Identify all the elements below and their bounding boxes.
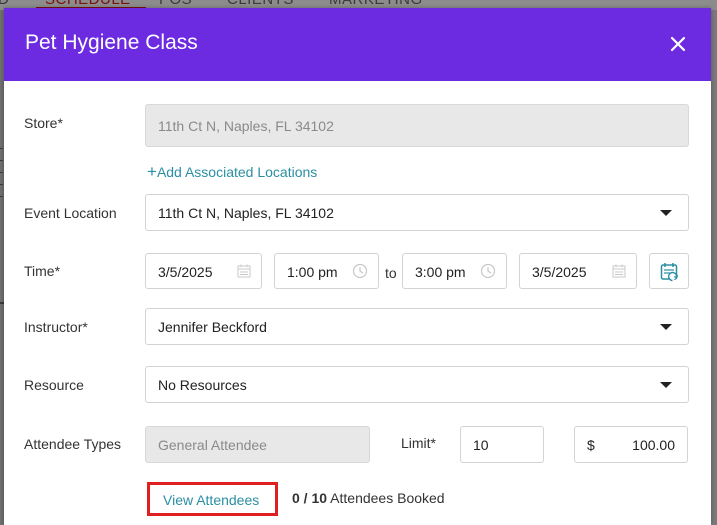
event-location-select[interactable]: 11th Ct N, Naples, FL 34102 bbox=[145, 194, 689, 231]
event-modal: Pet Hygiene Class Store* 11th Ct N, Napl… bbox=[4, 8, 711, 525]
nav-item-clients: CLIENTS bbox=[227, 0, 294, 8]
instructor-value: Jennifer Beckford bbox=[158, 319, 267, 335]
booked-count: 0 bbox=[292, 490, 300, 506]
limit-label: Limit* bbox=[401, 435, 437, 451]
clock-icon bbox=[352, 263, 368, 279]
limit-input[interactable]: 10 bbox=[460, 426, 544, 463]
add-locations-label: Add Associated Locations bbox=[156, 164, 318, 180]
background-right-strip bbox=[711, 10, 717, 525]
recurrence-calendar-button[interactable] bbox=[649, 253, 689, 289]
end-time-input[interactable]: 3:00 pm bbox=[402, 253, 507, 289]
attendee-type-value: General Attendee bbox=[158, 437, 267, 453]
nav-item-marketing: MARKETING bbox=[329, 0, 423, 8]
view-attendees-label: View Attendees bbox=[163, 492, 260, 508]
view-attendees-button[interactable]: View Attendees bbox=[147, 482, 278, 516]
capacity-count: 10 bbox=[311, 490, 328, 506]
instructor-select[interactable]: Jennifer Beckford bbox=[145, 308, 689, 345]
time-label: Time* bbox=[24, 263, 61, 279]
currency-symbol: $ bbox=[587, 437, 595, 453]
start-date-value: 3/5/2025 bbox=[158, 264, 213, 280]
plus-icon: + bbox=[147, 162, 157, 181]
end-time-value: 3:00 pm bbox=[415, 264, 466, 280]
booked-separator: / bbox=[299, 490, 312, 506]
start-time-value: 1:00 pm bbox=[287, 264, 338, 280]
store-label: Store* bbox=[24, 115, 63, 131]
limit-value: 10 bbox=[473, 437, 489, 453]
price-input[interactable]: $ 100.00 bbox=[574, 426, 688, 463]
nav-item-pos: POS bbox=[159, 0, 192, 8]
store-field: 11th Ct N, Naples, FL 34102 bbox=[145, 104, 689, 147]
instructor-label: Instructor* bbox=[24, 319, 88, 335]
clock-icon bbox=[480, 263, 496, 279]
calendar-icon bbox=[612, 264, 626, 278]
resource-select[interactable]: No Resources bbox=[145, 366, 689, 403]
resource-value: No Resources bbox=[158, 377, 247, 393]
nav-item: D bbox=[0, 0, 9, 8]
end-date-input[interactable]: 3/5/2025 bbox=[519, 253, 637, 289]
modal-header: Pet Hygiene Class bbox=[4, 8, 711, 81]
close-icon bbox=[670, 36, 686, 52]
chevron-down-icon bbox=[660, 324, 672, 330]
close-button[interactable] bbox=[664, 30, 692, 58]
chevron-down-icon bbox=[660, 382, 672, 388]
booked-suffix: Attendees Booked bbox=[327, 490, 445, 506]
chevron-down-icon bbox=[660, 210, 672, 216]
event-location-value: 11th Ct N, Naples, FL 34102 bbox=[158, 205, 334, 221]
calendar-repeat-icon bbox=[660, 263, 679, 282]
event-location-label: Event Location bbox=[24, 205, 117, 221]
modal-title: Pet Hygiene Class bbox=[25, 31, 198, 54]
store-value: 11th Ct N, Naples, FL 34102 bbox=[158, 118, 334, 134]
resource-label: Resource bbox=[24, 377, 84, 393]
add-associated-locations-link[interactable]: +Add Associated Locations bbox=[147, 162, 318, 181]
attendee-types-label: Attendee Types bbox=[24, 436, 122, 452]
to-text: to bbox=[385, 265, 397, 281]
attendee-type-field: General Attendee bbox=[145, 426, 370, 463]
start-time-input[interactable]: 1:00 pm bbox=[274, 253, 379, 289]
calendar-icon bbox=[237, 264, 251, 278]
start-date-input[interactable]: 3/5/2025 bbox=[145, 253, 262, 289]
attendees-booked-status: 0 / 10 Attendees Booked bbox=[292, 490, 445, 506]
price-value: 100.00 bbox=[632, 437, 675, 453]
end-date-value: 3/5/2025 bbox=[532, 264, 587, 280]
